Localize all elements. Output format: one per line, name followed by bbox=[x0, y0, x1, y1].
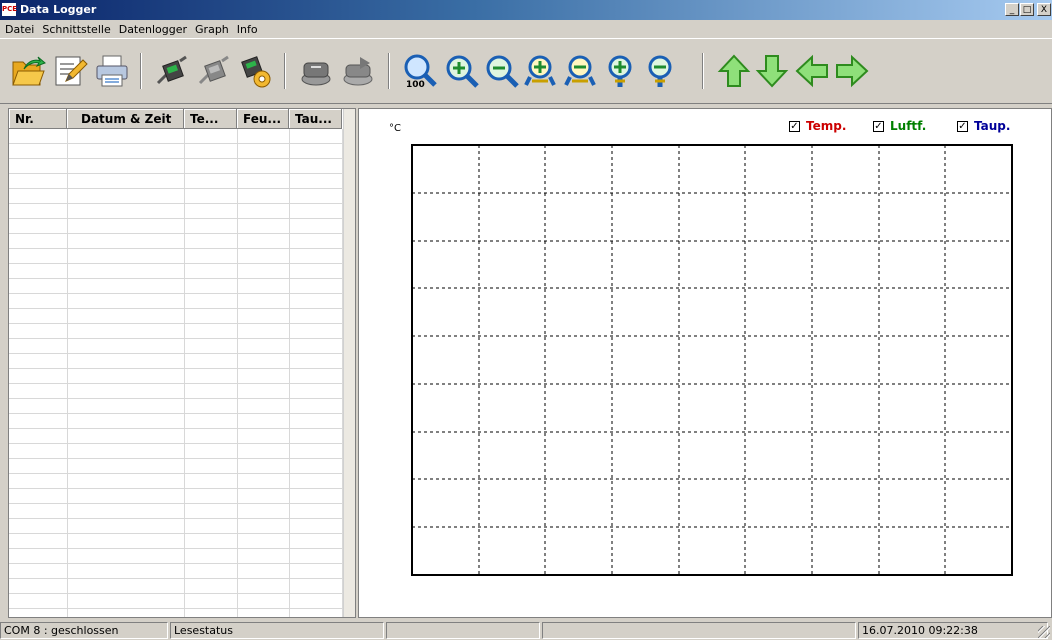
status-bar: COM 8 : geschlossen Lesestatus 16.07.201… bbox=[0, 620, 1052, 640]
menu-graph[interactable]: Graph bbox=[191, 20, 233, 36]
connect-device-icon[interactable] bbox=[154, 53, 190, 89]
open-file-icon[interactable] bbox=[10, 53, 46, 89]
device-settings-icon[interactable] bbox=[238, 53, 274, 89]
column-header-datum-zeit[interactable]: Datum & Zeit bbox=[67, 109, 184, 129]
legend-temp[interactable]: ✓ Temp. bbox=[789, 119, 846, 133]
zoom-y-out-icon[interactable] bbox=[642, 53, 678, 89]
zoom-in-icon[interactable] bbox=[444, 53, 480, 89]
status-datetime: 16.07.2010 09:22:38 bbox=[858, 622, 1048, 639]
arrow-left-icon[interactable] bbox=[794, 53, 830, 89]
status-port: COM 8 : geschlossen bbox=[0, 622, 168, 639]
edit-document-icon[interactable] bbox=[52, 53, 88, 89]
chart-plot-area[interactable] bbox=[411, 144, 1013, 576]
column-divider bbox=[289, 129, 290, 617]
chart-panel: °C ✓ Temp. ✓ Luftf. ✓ Taup. bbox=[358, 108, 1052, 618]
zoom-x-out-icon[interactable] bbox=[562, 53, 598, 89]
status-panel-4 bbox=[542, 622, 856, 639]
column-divider bbox=[237, 129, 238, 617]
menu-datei[interactable]: Datei bbox=[0, 20, 38, 36]
menu-schnittstelle[interactable]: Schnittstelle bbox=[38, 20, 114, 36]
column-divider bbox=[67, 129, 68, 617]
data-table[interactable]: Nr. Datum & Zeit Te... Feu... Tau... bbox=[8, 108, 356, 618]
zoom-x-in-icon[interactable] bbox=[522, 53, 558, 89]
vertical-scrollbar[interactable] bbox=[343, 109, 355, 617]
zoom-y-in-icon[interactable] bbox=[602, 53, 638, 89]
maximize-button[interactable]: □ bbox=[1020, 3, 1034, 16]
printer-icon[interactable] bbox=[94, 53, 130, 89]
read-data-icon[interactable] bbox=[298, 53, 334, 89]
app-icon: PCE bbox=[2, 3, 17, 16]
zoom-100-icon[interactable]: 100 bbox=[402, 53, 438, 89]
resize-grip[interactable] bbox=[1038, 626, 1050, 638]
legend-taup-label: Taup. bbox=[974, 119, 1011, 133]
legend-taup[interactable]: ✓ Taup. bbox=[957, 119, 1010, 133]
legend-luftf-label: Luftf. bbox=[890, 119, 927, 133]
toolbar-separator bbox=[284, 53, 286, 89]
status-read: Lesestatus bbox=[170, 622, 384, 639]
arrow-down-icon[interactable] bbox=[754, 53, 790, 89]
menu-bar: Datei Schnittstelle Datenlogger Graph Info bbox=[0, 20, 1052, 38]
toolbar-separator bbox=[140, 53, 142, 89]
table-body[interactable] bbox=[9, 129, 345, 617]
chart-gridlines bbox=[412, 145, 1012, 575]
column-header-feuchte[interactable]: Feu... bbox=[237, 109, 289, 129]
write-data-icon[interactable] bbox=[340, 53, 376, 89]
menu-info[interactable]: Info bbox=[233, 20, 262, 36]
zoom-out-icon[interactable] bbox=[484, 53, 520, 89]
column-header-temp[interactable]: Te... bbox=[184, 109, 237, 129]
toolbar-separator bbox=[388, 53, 390, 89]
chart-frame bbox=[411, 144, 1013, 576]
menu-datenlogger[interactable]: Datenlogger bbox=[115, 20, 191, 36]
arrow-up-icon[interactable] bbox=[716, 53, 752, 89]
checkbox-taup[interactable]: ✓ bbox=[957, 120, 968, 132]
legend-luftf[interactable]: ✓ Luftf. bbox=[873, 119, 926, 133]
table-header: Nr. Datum & Zeit Te... Feu... Tau... bbox=[9, 109, 342, 129]
title-bar: PCE Data Logger _ □ X bbox=[0, 0, 1052, 20]
column-header-nr[interactable]: Nr. bbox=[9, 109, 67, 129]
minimize-button[interactable]: _ bbox=[1005, 3, 1019, 16]
column-header-taupunkt[interactable]: Tau... bbox=[289, 109, 342, 129]
toolbar-separator bbox=[702, 53, 704, 89]
status-panel-3 bbox=[386, 622, 540, 639]
window-title: Data Logger bbox=[20, 3, 97, 16]
disconnect-device-icon[interactable] bbox=[196, 53, 232, 89]
zoom-100-label: 100 bbox=[406, 80, 425, 89]
y-axis-unit: °C bbox=[389, 123, 401, 134]
toolbar: 100 bbox=[0, 38, 1052, 104]
close-button[interactable]: X bbox=[1037, 3, 1051, 16]
arrow-right-icon[interactable] bbox=[834, 53, 870, 89]
checkbox-temp[interactable]: ✓ bbox=[789, 120, 800, 132]
checkbox-luftf[interactable]: ✓ bbox=[873, 120, 884, 132]
legend-temp-label: Temp. bbox=[806, 119, 847, 133]
column-divider bbox=[184, 129, 185, 617]
